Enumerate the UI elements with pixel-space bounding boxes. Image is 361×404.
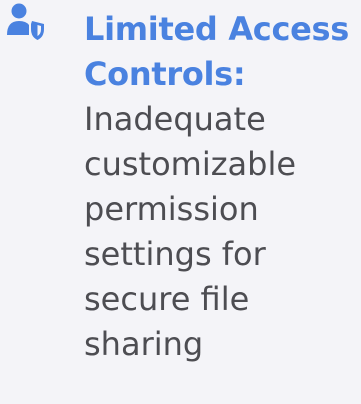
feature-item: Limited Access Controls: Inadequate cust… <box>0 0 361 404</box>
feature-title-line1: Limited Access <box>84 10 350 48</box>
feature-description-line: secure file <box>84 280 250 318</box>
feature-description-line: sharing <box>84 325 204 363</box>
feature-description-line: customizable <box>84 145 297 183</box>
feature-description-line: permission <box>84 190 259 228</box>
feature-title-line2: Controls: <box>84 55 246 93</box>
feature-description-line: settings for <box>84 235 266 273</box>
feature-content: Limited Access Controls: Inadequate cust… <box>84 7 361 367</box>
feature-description-line: Inadequate <box>84 100 266 138</box>
user-shield-icon <box>6 2 46 42</box>
